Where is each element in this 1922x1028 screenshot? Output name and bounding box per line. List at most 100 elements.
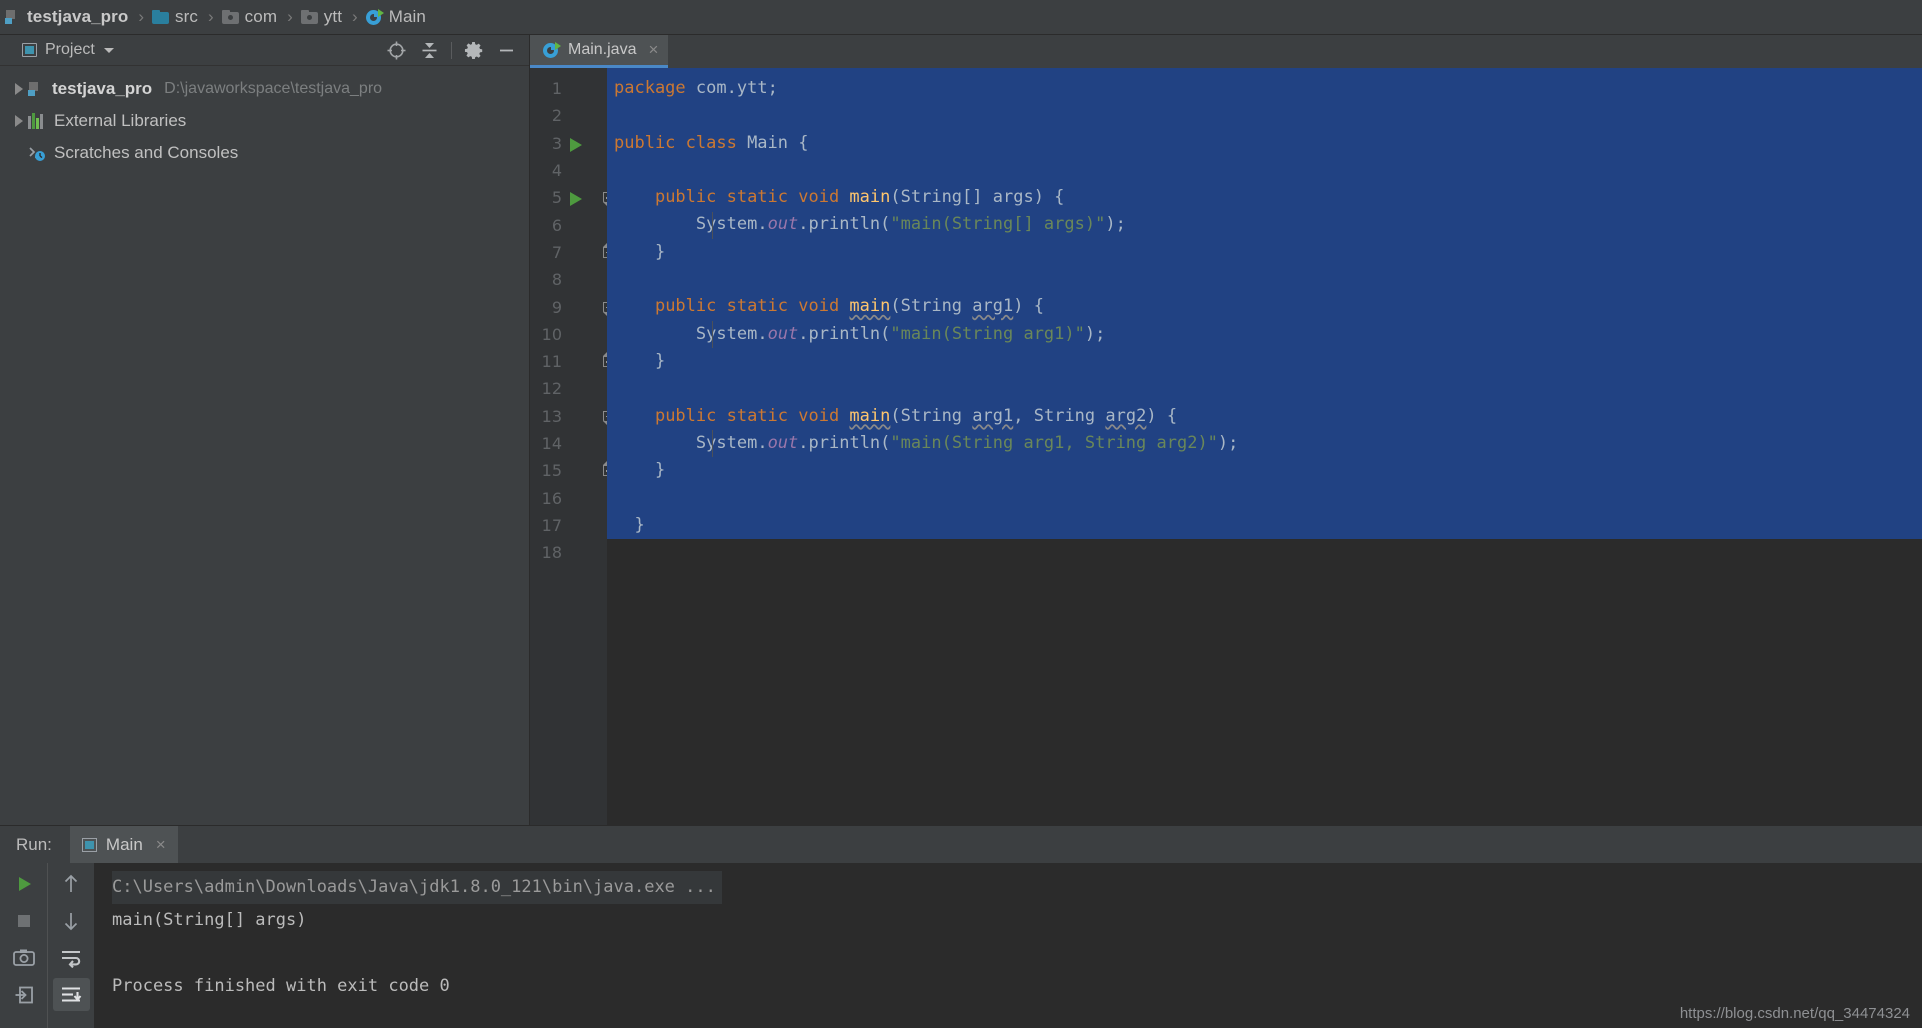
dump-threads-icon[interactable] (5, 941, 42, 974)
arrow-up-icon[interactable] (53, 867, 90, 900)
code-token: , (1013, 405, 1034, 426)
code-editor[interactable]: package com.ytt; public class Main { pub… (607, 68, 1922, 825)
minimize-icon[interactable] (490, 37, 523, 63)
gutter-line-6[interactable]: 6 (530, 211, 607, 238)
project-panel-title: Project (45, 41, 95, 58)
tree-node-testjava-pro[interactable]: testjava_pro D:\javaworkspace\testjava_pr… (0, 73, 529, 105)
code-token: .println( (798, 323, 891, 344)
close-icon[interactable]: × (648, 40, 658, 60)
gutter-line-17[interactable]: 17 (530, 512, 607, 539)
code-token: Main (747, 132, 789, 153)
gutter-line-12[interactable]: 12 (530, 375, 607, 402)
code-line-16[interactable] (607, 484, 1922, 511)
gutter-line-10[interactable]: 10 (530, 321, 607, 348)
code-token: "main(String arg1)" (890, 323, 1085, 344)
code-line-10[interactable]: System.out.println("main(String arg1)"); (607, 321, 1922, 348)
breadcrumb-item-ytt[interactable]: ytt (300, 0, 343, 34)
code-token: } (614, 350, 666, 371)
scroll-to-end-icon[interactable] (52, 978, 90, 1011)
gutter-line-1[interactable]: 1 (530, 75, 607, 102)
line-number: 1 (551, 79, 562, 99)
gear-icon[interactable] (457, 37, 490, 63)
gutter-line-3[interactable]: 3 (530, 130, 607, 157)
tree-node-scratches-and-consoles[interactable]: Scratches and Consoles (0, 137, 529, 169)
code-line-12[interactable] (607, 375, 1922, 402)
code-line-1[interactable]: package com.ytt; (607, 75, 1922, 102)
soft-wrap-icon[interactable] (53, 941, 90, 974)
project-panel-actions (380, 37, 523, 63)
code-line-14[interactable]: System.out.println("main(String arg1, St… (607, 430, 1922, 457)
close-icon[interactable]: × (156, 835, 166, 855)
breadcrumb-item-com[interactable]: com (221, 0, 278, 34)
expand-arrow-icon[interactable] (10, 115, 28, 127)
code-line-8[interactable] (607, 266, 1922, 293)
editor-body[interactable]: 1 2 3 4 5 6 7 8 9 10 11 12 13 14 15 16 17 18 package com.… (530, 68, 1922, 825)
rerun-icon[interactable] (5, 867, 42, 900)
code-token: main (849, 405, 891, 426)
run-gutter-icon[interactable] (570, 192, 582, 207)
code-content[interactable]: package com.ytt; public class Main { pub… (607, 75, 1922, 566)
arrow-down-icon[interactable] (53, 904, 90, 937)
code-line-5[interactable]: public static void main(String[] args) { (607, 184, 1922, 211)
run-config-icon (81, 837, 97, 852)
console-output[interactable]: C:\Users\admin\Downloads\Java\jdk1.8.0_1… (94, 863, 1922, 1028)
gutter-line-14[interactable]: 14 (530, 430, 607, 457)
code-line-9[interactable]: public static void main(String arg1) { (607, 293, 1922, 320)
gutter-line-7[interactable]: 7 (530, 239, 607, 266)
code-line-13[interactable]: public static void main(String arg1, Str… (607, 403, 1922, 430)
editor-gutter[interactable]: 1 2 3 4 5 6 7 8 9 10 11 12 13 14 15 16 17 18 (530, 68, 614, 825)
tab-main-java[interactable]: Main.java × (530, 35, 669, 68)
code-token: arg1 (972, 296, 1014, 317)
locate-icon[interactable] (380, 37, 413, 63)
project-window-icon (22, 43, 37, 57)
gutter-line-5[interactable]: 5 (530, 184, 607, 211)
gutter-line-15[interactable]: 15 (530, 457, 607, 484)
code-line-7[interactable]: } (607, 239, 1922, 266)
run-tab-main[interactable]: Main × (69, 826, 178, 863)
breadcrumb-label: src (175, 7, 198, 26)
breadcrumb-item-main[interactable]: Main (365, 0, 427, 34)
line-number: 4 (551, 161, 562, 181)
code-token: ( (890, 187, 901, 208)
line-number: 5 (551, 188, 562, 208)
gutter-line-2[interactable]: 2 (530, 102, 607, 129)
code-line-11[interactable]: } (607, 348, 1922, 375)
expand-arrow-icon[interactable] (10, 83, 28, 95)
gutter-line-16[interactable]: 16 (530, 484, 607, 511)
code-line-2[interactable] (607, 102, 1922, 129)
stop-icon[interactable] (5, 904, 42, 937)
tree-node-label: Scratches and Consoles (54, 143, 239, 162)
code-line-17[interactable]: } (607, 512, 1922, 539)
code-line-6[interactable]: System.out.println("main(String[] args)"… (607, 211, 1922, 238)
breadcrumb-separator: › (287, 7, 293, 26)
run-gutter-icon[interactable] (570, 137, 582, 152)
code-token: String (900, 405, 963, 426)
breadcrumb-item-src[interactable]: src (151, 0, 199, 34)
code-token: ; (767, 78, 778, 98)
editor-tab-bar: Main.java × (530, 35, 1922, 68)
gutter-line-9[interactable]: 9 (530, 293, 607, 320)
collapse-all-icon[interactable] (413, 37, 446, 63)
line-number: 7 (551, 242, 562, 262)
breadcrumb-item-testjava-pro[interactable]: testjava_pro (4, 0, 129, 34)
code-token: System (695, 432, 758, 453)
gutter-line-13[interactable]: 13 (530, 403, 607, 430)
gutter-line-18[interactable]: 18 (530, 539, 607, 566)
run-tool-window: Run: Main × C:\Users\admin\Downloads\Jav… (0, 825, 1922, 1028)
project-tree[interactable]: testjava_pro D:\javaworkspace\testjava_pr… (0, 66, 529, 825)
code-line-3[interactable]: public class Main { (607, 130, 1922, 157)
code-token: public static void (654, 296, 850, 317)
gutter-line-8[interactable]: 8 (530, 266, 607, 293)
code-line-15[interactable]: } (607, 457, 1922, 484)
code-line-4[interactable] (607, 157, 1922, 184)
tree-node-external-libraries[interactable]: External Libraries (0, 105, 529, 137)
chevron-down-icon[interactable] (103, 47, 114, 53)
code-line-18[interactable] (607, 539, 1922, 566)
gutter-line-4[interactable]: 4 (530, 157, 607, 184)
export-icon[interactable] (5, 978, 42, 1011)
gutter-line-11[interactable]: 11 (530, 348, 607, 375)
indent-guide (712, 211, 713, 239)
